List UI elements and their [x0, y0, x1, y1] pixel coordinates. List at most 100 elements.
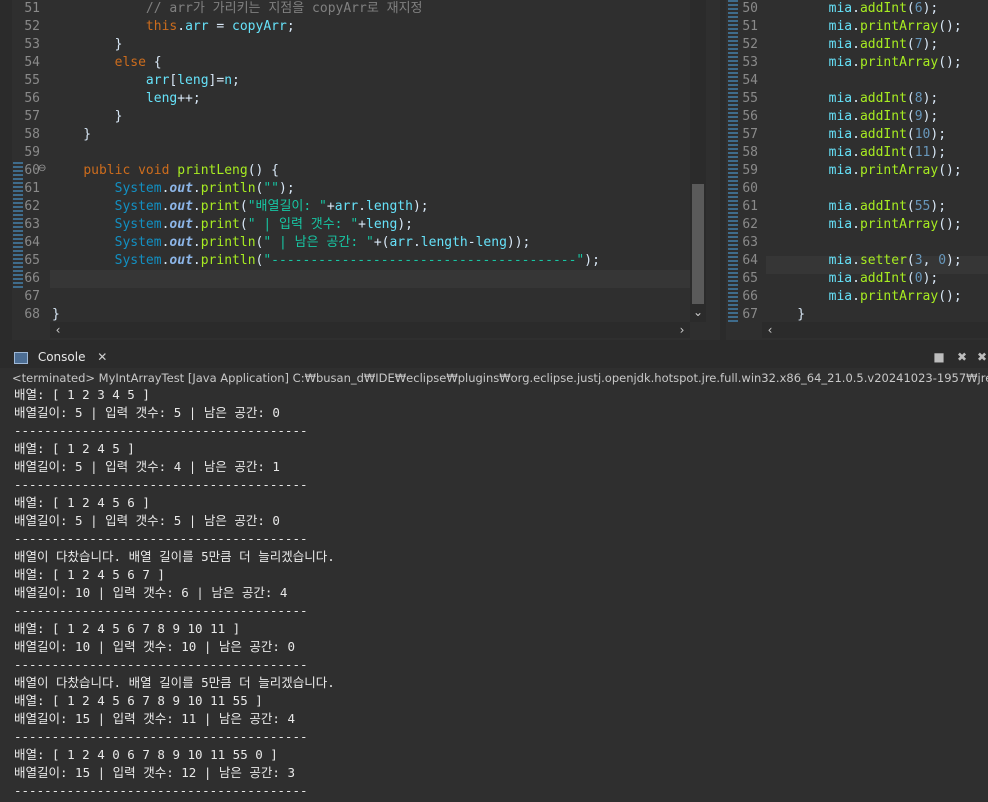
- console-line: 배열길이: 15 | 입력 갯수: 12 | 남은 공간: 3: [14, 765, 295, 780]
- scroll-left-arrow[interactable]: ‹: [50, 322, 66, 338]
- scrollbar-thumb[interactable]: [692, 184, 704, 304]
- code-line[interactable]: System.out.print(" | 입력 갯수: "+leng);: [52, 216, 413, 234]
- line-number: 52: [742, 37, 758, 52]
- console-line: 배열: [ 1 2 4 0 6 7 8 9 10 11 55 0 ]: [14, 747, 278, 762]
- console-line: ---------------------------------------: [14, 729, 308, 744]
- code-line[interactable]: System.out.println(" | 남은 공간: "+(arr.len…: [52, 234, 531, 252]
- console-tab-label: Console: [37, 350, 86, 364]
- editor-right-pane[interactable]: 50 mia.addInt(6); 51 mia.printArray(); 52 …: [726, 0, 988, 340]
- line-number: 58: [24, 127, 40, 142]
- line-number: 51: [742, 19, 758, 34]
- editor-left-pane[interactable]: 51 // arr가 가리키는 지점을 copyArr로 재지정 52 this.…: [0, 0, 720, 340]
- console-line: 배열: [ 1 2 4 5 6 7 ]: [14, 567, 165, 582]
- remove-all-icon[interactable]: ✖: [975, 350, 988, 364]
- console-line: 배열이 다찼습니다. 배열 길이를 5만큼 더 늘리겠습니다.: [14, 549, 335, 564]
- code-line[interactable]: System.out.println("");: [52, 180, 295, 198]
- line-number: 54: [24, 55, 40, 70]
- code-line[interactable]: mia.addInt(0);: [766, 270, 939, 288]
- line-number: 57: [24, 109, 40, 124]
- line-number: 65: [24, 253, 40, 268]
- line-number: 63: [742, 235, 758, 250]
- tab-console[interactable]: Console ✕: [14, 346, 107, 368]
- line-number: 62: [742, 217, 758, 232]
- line-number: 68: [24, 307, 40, 322]
- line-number: 67: [742, 307, 758, 322]
- line-number: 60: [742, 181, 758, 196]
- code-line[interactable]: mia.printArray();: [766, 18, 962, 36]
- code-line[interactable]: }: [52, 36, 123, 54]
- fold-icon[interactable]: ⊖: [38, 163, 46, 174]
- horizontal-scrollbar[interactable]: ‹ ›: [50, 322, 690, 338]
- close-icon[interactable]: ✕: [97, 350, 107, 364]
- code-line[interactable]: public void printLeng() {: [52, 162, 279, 180]
- line-number: 65: [742, 271, 758, 286]
- code-line[interactable]: }: [52, 108, 123, 126]
- vertical-scrollbar[interactable]: ⌄: [690, 0, 706, 322]
- code-line[interactable]: leng++;: [52, 90, 201, 108]
- code-line[interactable]: mia.addInt(10);: [766, 126, 946, 144]
- console-line: 배열: [ 1 2 3 4 5 ]: [14, 387, 150, 402]
- scroll-right-arrow[interactable]: ›: [674, 322, 690, 338]
- line-number: 61: [24, 181, 40, 196]
- horizontal-scrollbar[interactable]: ‹: [762, 322, 988, 338]
- line-number: 58: [742, 145, 758, 160]
- code-line[interactable]: mia.addInt(6);: [766, 0, 939, 18]
- line-number: 62: [24, 199, 40, 214]
- console-line: ---------------------------------------: [14, 423, 308, 438]
- line-number: 51: [24, 1, 40, 16]
- console-line: ---------------------------------------: [14, 783, 308, 798]
- code-line[interactable]: mia.addInt(9);: [766, 108, 939, 126]
- console-line: 배열: [ 1 2 4 5 ]: [14, 441, 135, 456]
- console-line: 배열길이: 10 | 입력 갯수: 6 | 남은 공간: 4: [14, 585, 288, 600]
- code-line[interactable]: mia.setter(3, 0);: [766, 252, 962, 270]
- line-number: 50: [742, 1, 758, 16]
- code-line[interactable]: mia.addInt(7);: [766, 36, 939, 54]
- code-line[interactable]: mia.addInt(11);: [766, 144, 946, 162]
- code-line[interactable]: mia.printArray();: [766, 54, 962, 72]
- code-line[interactable]: mia.printArray();: [766, 288, 962, 306]
- code-line[interactable]: // arr가 가리키는 지점을 copyArr로 재지정: [52, 0, 423, 18]
- console-line: 배열길이: 15 | 입력 갯수: 11 | 남은 공간: 4: [14, 711, 295, 726]
- code-line[interactable]: mia.addInt(55);: [766, 198, 946, 216]
- console-line: 배열길이: 5 | 입력 갯수: 5 | 남은 공간: 0: [14, 405, 280, 420]
- line-number: 60: [24, 163, 40, 178]
- code-line[interactable]: else {: [52, 54, 162, 72]
- code-line[interactable]: }: [52, 126, 91, 144]
- console-line: 배열: [ 1 2 4 5 6 ]: [14, 495, 150, 510]
- line-number: 59: [742, 163, 758, 178]
- code-line[interactable]: System.out.println("--------------------…: [52, 252, 600, 270]
- console-line: ---------------------------------------: [14, 477, 308, 492]
- line-number: 63: [24, 217, 40, 232]
- line-number: 67: [24, 289, 40, 304]
- console-line: 배열이 다찼습니다. 배열 길이를 5만큼 더 늘리겠습니다.: [14, 675, 335, 690]
- code-line[interactable]: mia.printArray();: [766, 162, 962, 180]
- scroll-left-arrow[interactable]: ‹: [762, 322, 778, 338]
- console-line: ---------------------------------------: [14, 603, 308, 618]
- console-line: 배열: [ 1 2 4 5 6 7 8 9 10 11 55 ]: [14, 693, 263, 708]
- line-number: 55: [24, 73, 40, 88]
- editor-gutter: [0, 0, 12, 340]
- console-view[interactable]: Console ✕ ■ ✖ ✖ <terminated> MyIntArrayT…: [0, 346, 988, 802]
- console-output[interactable]: 배열: [ 1 2 3 4 5 ] 배열길이: 5 | 입력 갯수: 5 | 남은…: [14, 386, 988, 800]
- code-line[interactable]: mia.addInt(8);: [766, 90, 939, 108]
- line-number: 59: [24, 145, 40, 160]
- console-line: ---------------------------------------: [14, 657, 308, 672]
- code-line[interactable]: arr[leng]=n;: [52, 72, 240, 90]
- line-number: 66: [24, 271, 40, 286]
- current-line-highlight: [50, 270, 690, 288]
- console-tabbar: Console ✕ ■ ✖ ✖: [0, 346, 988, 368]
- console-line: 배열길이: 5 | 입력 갯수: 5 | 남은 공간: 0: [14, 513, 280, 528]
- remove-launch-icon[interactable]: ✖: [955, 350, 969, 364]
- code-line[interactable]: System.out.print("배열길이: "+arr.length);: [52, 198, 429, 216]
- scroll-down-arrow[interactable]: ⌄: [690, 304, 706, 320]
- line-number: 64: [742, 253, 758, 268]
- console-line: 배열길이: 10 | 입력 갯수: 10 | 남은 공간: 0: [14, 639, 295, 654]
- line-number: 57: [742, 127, 758, 142]
- line-number: 53: [24, 37, 40, 52]
- code-line[interactable]: mia.printArray();: [766, 216, 962, 234]
- console-line: 배열길이: 5 | 입력 갯수: 4 | 남은 공간: 1: [14, 459, 280, 474]
- console-icon: [14, 351, 28, 364]
- code-line[interactable]: this.arr = copyArr;: [52, 18, 295, 36]
- terminate-icon[interactable]: ■: [932, 350, 946, 364]
- line-number: 61: [742, 199, 758, 214]
